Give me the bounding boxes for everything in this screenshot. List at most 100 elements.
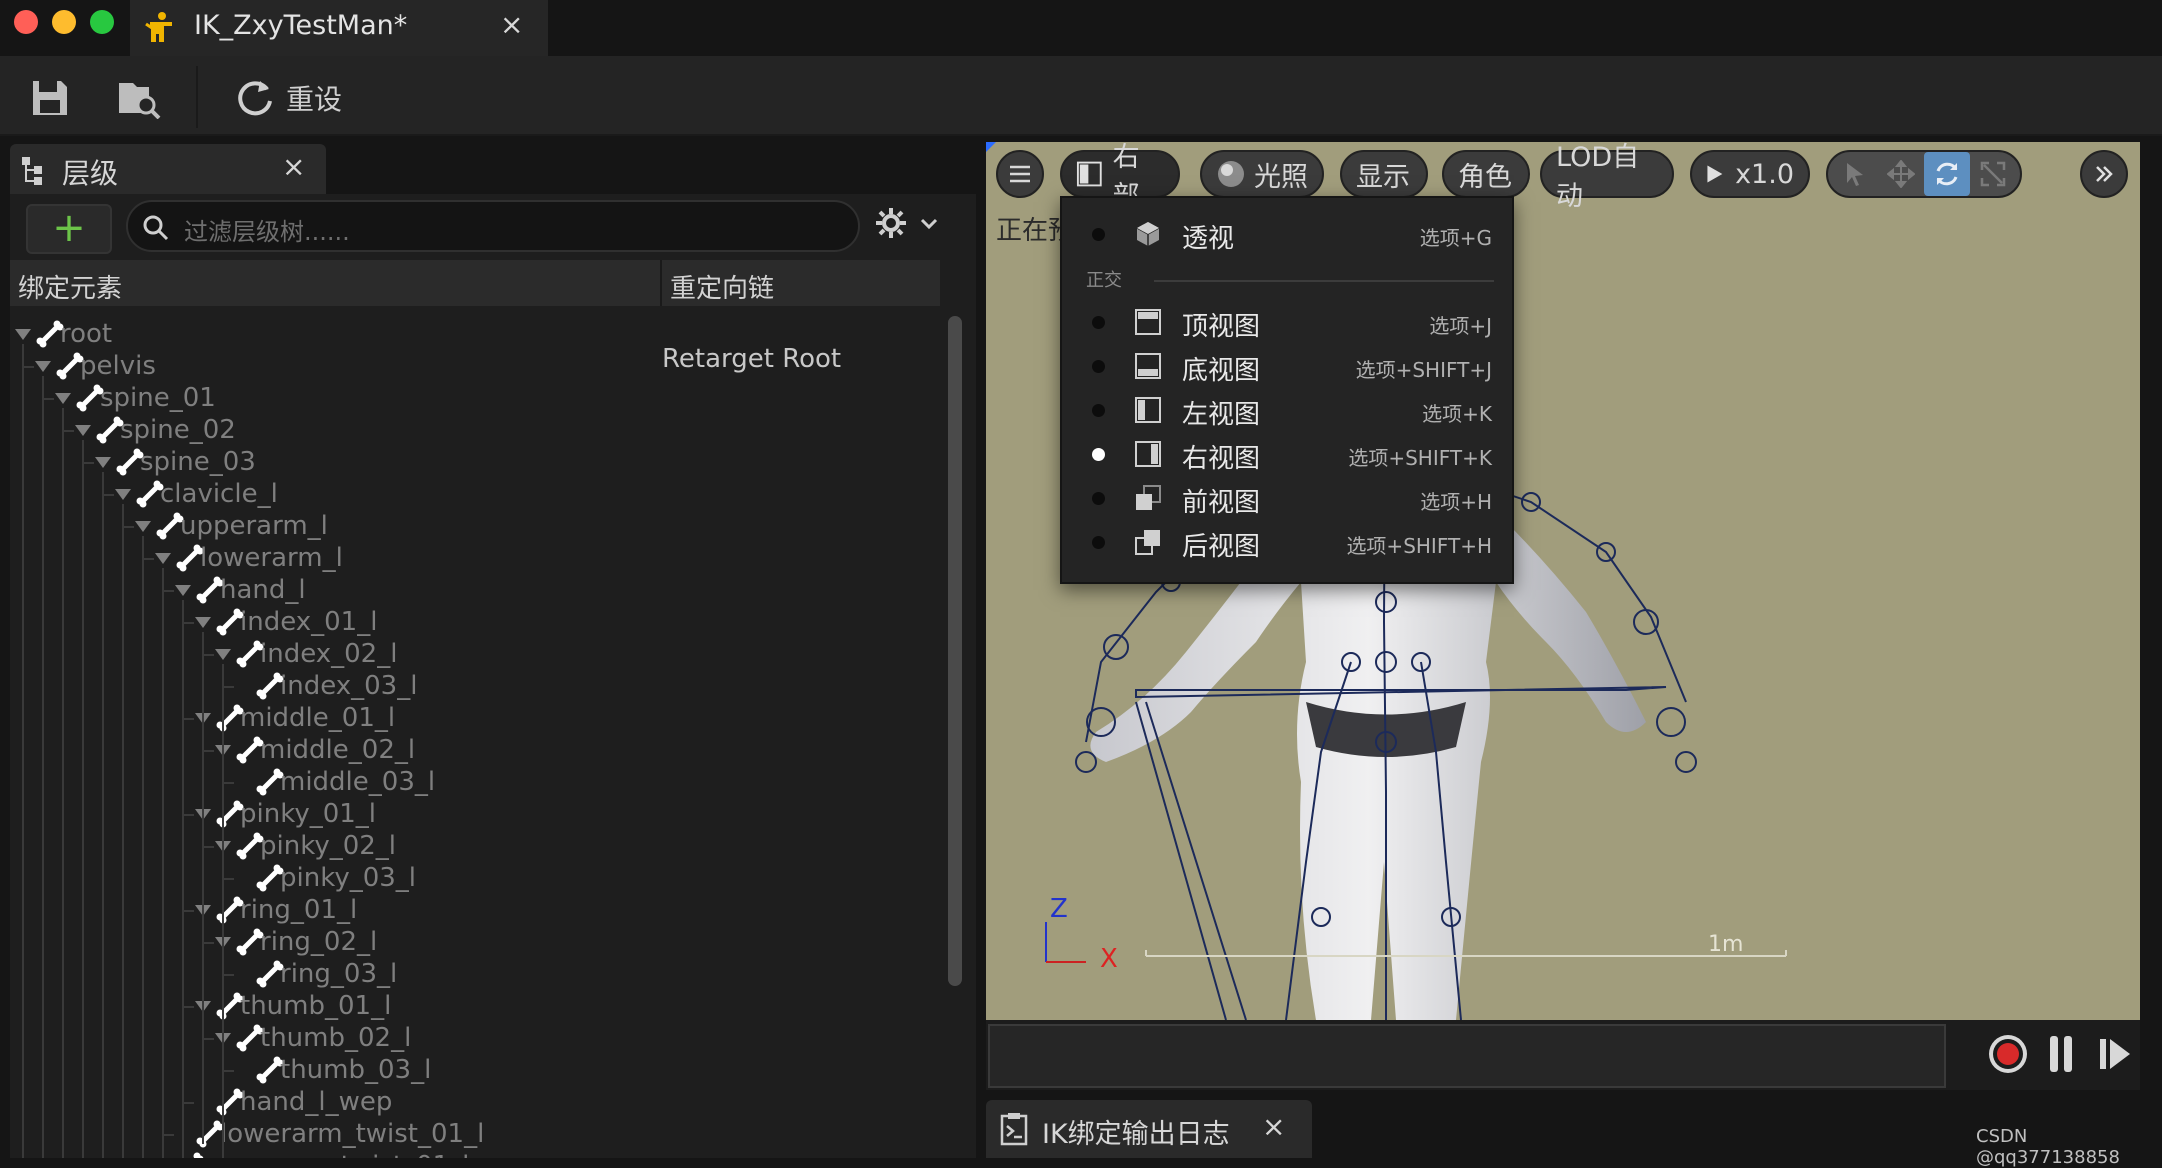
tree-row-hand_l[interactable]: hand_l	[172, 574, 306, 606]
tree-row-upperarm_twist_01_l[interactable]: upperarm_twist_01_l	[152, 1150, 469, 1158]
double-chevron-right-icon	[2096, 166, 2113, 182]
tree-row-ring_02_l[interactable]: ring_02_l	[212, 926, 377, 958]
tree-row-middle_03_l[interactable]: middle_03_l	[232, 766, 435, 798]
show-button[interactable]: 显示	[1340, 150, 1428, 198]
hierarchy-close-button[interactable]: ×	[282, 150, 305, 183]
tree-row-spine_03[interactable]: spine_03	[92, 446, 256, 478]
tree-row-pinky_02_l[interactable]: pinky_02_l	[212, 830, 396, 862]
tree-row-lowerarm_twist_01_l[interactable]: lowerarm_twist_01_l	[172, 1118, 484, 1150]
tree-guide-line	[82, 440, 84, 1158]
tree-row-lowerarm_l[interactable]: lowerarm_l	[152, 542, 343, 574]
search-icon	[143, 215, 169, 241]
show-label: 显示	[1356, 161, 1410, 193]
translate-tool[interactable]	[1878, 154, 1924, 194]
tree-row-ring_01_l[interactable]: ring_01_l	[192, 894, 357, 926]
viewport-menu-button[interactable]	[996, 150, 1044, 198]
lod-label: LOD自动	[1556, 142, 1640, 212]
tree-row-upperarm_l[interactable]: upperarm_l	[132, 510, 328, 542]
bone-label: hand_l_wep	[240, 1087, 393, 1117]
tree-row-spine_02[interactable]: spine_02	[72, 414, 236, 446]
menu-item-front-view[interactable]: 前视图 选项+H	[1062, 476, 1512, 520]
tree-row-index_03_l[interactable]: index_03_l	[232, 670, 417, 702]
character-button[interactable]: 角色	[1442, 150, 1530, 198]
reset-button[interactable]: 重设	[234, 76, 342, 120]
menu-item-back-view[interactable]: 后视图 选项+SHIFT+H	[1062, 520, 1512, 564]
scale-tool[interactable]	[1970, 154, 2016, 194]
playback-speed-button[interactable]: x1.0	[1690, 150, 1810, 198]
bottom-view-icon	[1135, 353, 1161, 379]
bone-label: thumb_03_l	[280, 1055, 432, 1085]
menu-item-label: 左视图	[1182, 400, 1261, 430]
tree-row-spine_01[interactable]: spine_01	[52, 382, 216, 414]
step-forward-icon[interactable]	[2098, 1036, 2132, 1072]
front-view-icon	[1136, 485, 1161, 510]
lighting-button[interactable]: 光照	[1200, 150, 1324, 198]
column-bind-element[interactable]: 绑定元素	[18, 268, 122, 305]
hierarchy-search-input[interactable]: 过滤层级树......	[126, 200, 860, 252]
bone-label: root	[60, 319, 113, 349]
timeline-track[interactable]	[988, 1024, 1946, 1088]
bone-label: middle_02_l	[260, 735, 416, 765]
menu-item-perspective[interactable]: 透视 选项+G	[1062, 212, 1512, 256]
select-tool[interactable]	[1832, 154, 1878, 194]
tree-guide-line	[62, 408, 64, 1158]
viewport-expand-button[interactable]	[2080, 150, 2128, 198]
minimize-window-button[interactable]	[52, 10, 76, 34]
menu-item-top-view[interactable]: 顶视图 选项+J	[1062, 300, 1512, 344]
settings-dropdown[interactable]	[874, 206, 954, 246]
browse-asset-button[interactable]	[116, 76, 162, 120]
tree-guide-line	[122, 504, 124, 1158]
add-button[interactable]: +	[26, 204, 112, 254]
axis-z-label: Z	[1050, 894, 1068, 924]
tree-row-pinky_03_l[interactable]: pinky_03_l	[232, 862, 416, 894]
menu-item-label: 透视	[1182, 224, 1235, 254]
tree-scrollbar[interactable]	[948, 316, 962, 986]
view-mode-button[interactable]: 右部	[1060, 142, 1180, 212]
menu-item-left-view[interactable]: 左视图 选项+K	[1062, 388, 1512, 432]
tree-row-root[interactable]: root	[12, 318, 112, 350]
ik-output-log-title: IK绑定输出日志	[1042, 1119, 1230, 1150]
record-icon[interactable]	[1986, 1032, 2030, 1076]
tree-row-index_01_l[interactable]: index_01_l	[192, 606, 377, 638]
tree-row-middle_02_l[interactable]: middle_02_l	[212, 734, 415, 766]
pause-icon[interactable]	[2046, 1034, 2076, 1074]
menu-item-bottom-view[interactable]: 底视图 选项+SHIFT+J	[1062, 344, 1512, 388]
section-divider	[1154, 280, 1494, 282]
watermark: CSDN @qq377138858	[1976, 1126, 2120, 1168]
bone-label: pinky_02_l	[260, 831, 397, 861]
bone-label: pinky_01_l	[240, 799, 377, 829]
right-side-panel-edge	[2140, 142, 2162, 1158]
tree-row-ring_03_l[interactable]: ring_03_l	[232, 958, 397, 990]
bone-label: thumb_01_l	[240, 991, 392, 1021]
column-retarget-chain[interactable]: 重定向链	[670, 268, 774, 305]
tree-row-thumb_02_l[interactable]: thumb_02_l	[212, 1022, 411, 1054]
tree-row-pinky_01_l[interactable]: pinky_01_l	[192, 798, 376, 830]
lod-button[interactable]: LOD自动	[1540, 142, 1674, 212]
radio-dot	[1092, 404, 1105, 417]
ik-output-log-close-button[interactable]: ×	[1262, 1110, 1285, 1143]
bone-label: spine_03	[140, 447, 256, 477]
menu-item-right-view[interactable]: 右视图 选项+SHIFT+K	[1062, 432, 1512, 476]
perspective-cube-icon	[1136, 222, 1160, 246]
transform-tools	[1826, 150, 2022, 198]
tab-close-button[interactable]: ×	[500, 8, 523, 41]
hierarchy-tab[interactable]: 层级 ×	[10, 144, 326, 194]
menu-item-shortcut: 选项+G	[1419, 226, 1492, 250]
rotate-tool[interactable]	[1924, 152, 1970, 196]
bone-label: index_01_l	[240, 607, 378, 637]
bone-label: ring_02_l	[260, 927, 378, 957]
hierarchy-column-header: 绑定元素 重定向链	[10, 260, 940, 306]
zoom-window-button[interactable]	[90, 10, 114, 34]
tree-row-clavicle_l[interactable]: clavicle_l	[112, 478, 278, 510]
asset-tab[interactable]: IK_ZxyTestMan* ×	[130, 0, 548, 56]
save-button[interactable]	[30, 76, 70, 120]
tree-row-index_02_l[interactable]: index_02_l	[212, 638, 397, 670]
tree-row-pelvis[interactable]: pelvis	[32, 350, 156, 382]
close-window-button[interactable]	[14, 10, 38, 34]
log-icon	[1000, 1113, 1028, 1146]
menu-item-label: 后视图	[1182, 532, 1261, 562]
tree-row-thumb_03_l[interactable]: thumb_03_l	[232, 1054, 431, 1086]
bone-label: ring_03_l	[280, 959, 398, 989]
column-divider[interactable]	[660, 260, 662, 306]
ik-output-log-tab[interactable]: IK绑定输出日志 ×	[986, 1100, 1312, 1158]
